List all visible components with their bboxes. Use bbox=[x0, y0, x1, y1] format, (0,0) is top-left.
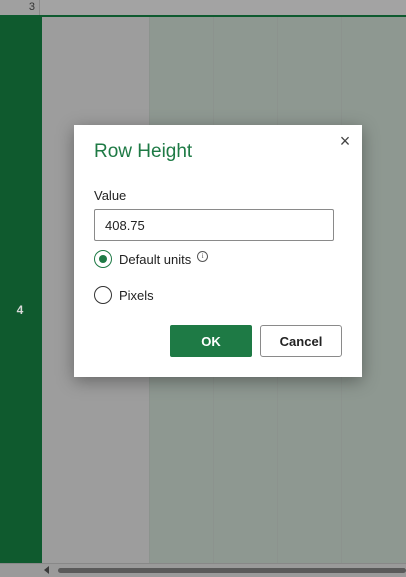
default-units-label: Default units bbox=[119, 251, 192, 267]
scroll-left-icon[interactable] bbox=[44, 566, 49, 574]
row-height-value-input[interactable] bbox=[94, 209, 334, 241]
row-height-dialog: × Row Height Value Default units i Pixel… bbox=[74, 125, 362, 377]
ok-button[interactable]: OK bbox=[170, 325, 252, 357]
row-header-3[interactable]: 3 bbox=[0, 0, 40, 15]
selection-border bbox=[40, 17, 42, 563]
row-number-4: 4 bbox=[16, 303, 24, 317]
default-units-radio[interactable] bbox=[94, 250, 112, 268]
row-header-4-selected[interactable]: 4 bbox=[0, 17, 40, 563]
pixels-radio[interactable] bbox=[94, 286, 112, 304]
horizontal-scrollbar[interactable] bbox=[0, 563, 406, 577]
option-pixels[interactable]: Pixels bbox=[94, 286, 154, 304]
pixels-label: Pixels bbox=[119, 287, 154, 303]
row-3: 3 bbox=[0, 0, 406, 17]
scrollbar-thumb[interactable] bbox=[58, 568, 406, 573]
close-icon[interactable]: × bbox=[336, 132, 354, 150]
option-default-units[interactable]: Default units i bbox=[94, 250, 209, 268]
info-icon[interactable]: i bbox=[197, 250, 209, 262]
value-label: Value bbox=[94, 188, 127, 203]
dialog-title: Row Height bbox=[94, 141, 193, 162]
cancel-button[interactable]: Cancel bbox=[260, 325, 342, 357]
